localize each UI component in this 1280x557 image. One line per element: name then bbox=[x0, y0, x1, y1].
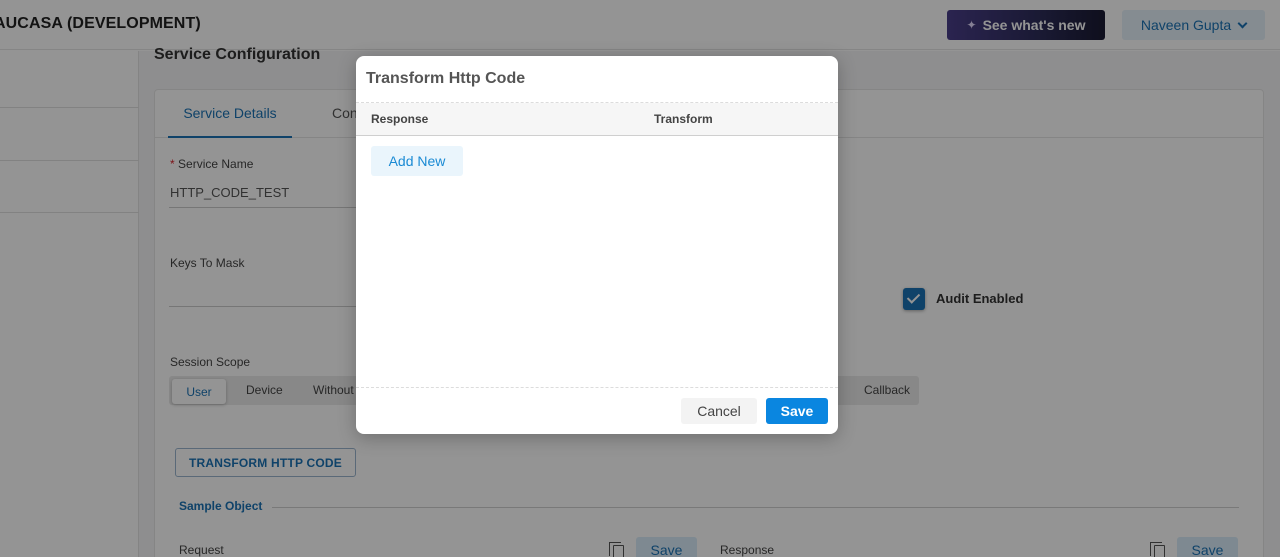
modal-footer-divider bbox=[356, 387, 838, 388]
column-header-response: Response bbox=[371, 112, 429, 126]
column-header-transform: Transform bbox=[654, 112, 713, 126]
add-new-button[interactable]: Add New bbox=[371, 146, 463, 176]
transform-http-code-modal: Transform Http Code Response Transform A… bbox=[356, 56, 838, 434]
save-button[interactable]: Save bbox=[766, 398, 828, 424]
modal-title: Transform Http Code bbox=[366, 70, 526, 87]
cancel-button[interactable]: Cancel bbox=[681, 398, 757, 424]
